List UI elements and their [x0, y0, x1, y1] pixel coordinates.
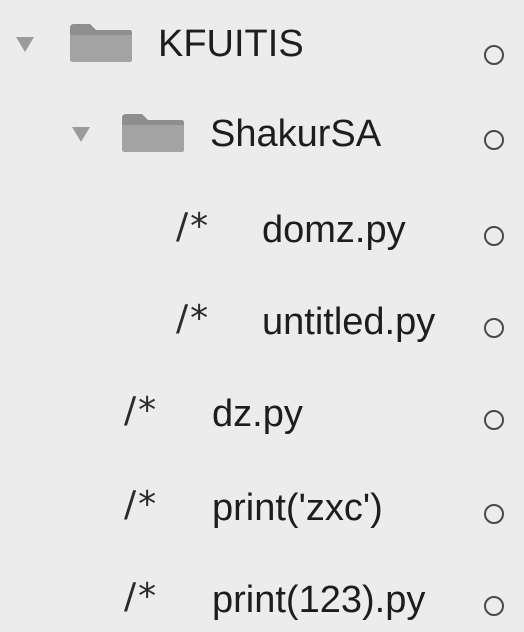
comment-file-icon: /* [176, 206, 211, 247]
comment-file-icon: /* [124, 576, 159, 617]
tree-item-file[interactable]: /* print(123).py [0, 566, 524, 630]
tree-item-label: ShakurSA [210, 113, 382, 155]
status-dot-icon [484, 596, 504, 616]
tree-item-shakursa[interactable]: ShakurSA [0, 102, 524, 166]
status-dot-icon [484, 45, 504, 65]
status-dot-icon [484, 504, 504, 524]
truncation-fade [458, 488, 476, 536]
folder-icon [70, 24, 132, 62]
folder-icon [122, 114, 184, 152]
comment-file-icon: /* [176, 298, 211, 339]
tree-item-label: untitled.py [262, 301, 436, 343]
tree-item-label: print('zxc') [212, 487, 383, 529]
disclosure-triangle-icon[interactable] [72, 127, 90, 142]
tree-item-label: domz.py [262, 209, 406, 251]
status-dot-icon [484, 130, 504, 150]
tree-item-label: print(123).py [212, 579, 426, 621]
tree-item-kfuitis[interactable]: KFUITIS [0, 12, 524, 76]
truncation-fade [458, 580, 476, 628]
status-dot-icon [484, 226, 504, 246]
status-dot-icon [484, 318, 504, 338]
tree-item-label: KFUITIS [158, 23, 304, 65]
status-dot-icon [484, 410, 504, 430]
tree-item-file[interactable]: /* untitled.py [0, 288, 524, 352]
truncation-fade [458, 302, 476, 350]
tree-item-file[interactable]: /* print('zxc') [0, 474, 524, 538]
file-tree-sidebar: KFUITIS ShakurSA /* domz.py /* untitled.… [0, 0, 524, 630]
tree-item-file[interactable]: /* dz.py [0, 380, 524, 444]
comment-file-icon: /* [124, 390, 159, 431]
tree-item-file[interactable]: /* domz.py [0, 196, 524, 260]
tree-item-label: dz.py [212, 393, 303, 435]
comment-file-icon: /* [124, 484, 159, 525]
disclosure-triangle-icon[interactable] [16, 37, 34, 52]
